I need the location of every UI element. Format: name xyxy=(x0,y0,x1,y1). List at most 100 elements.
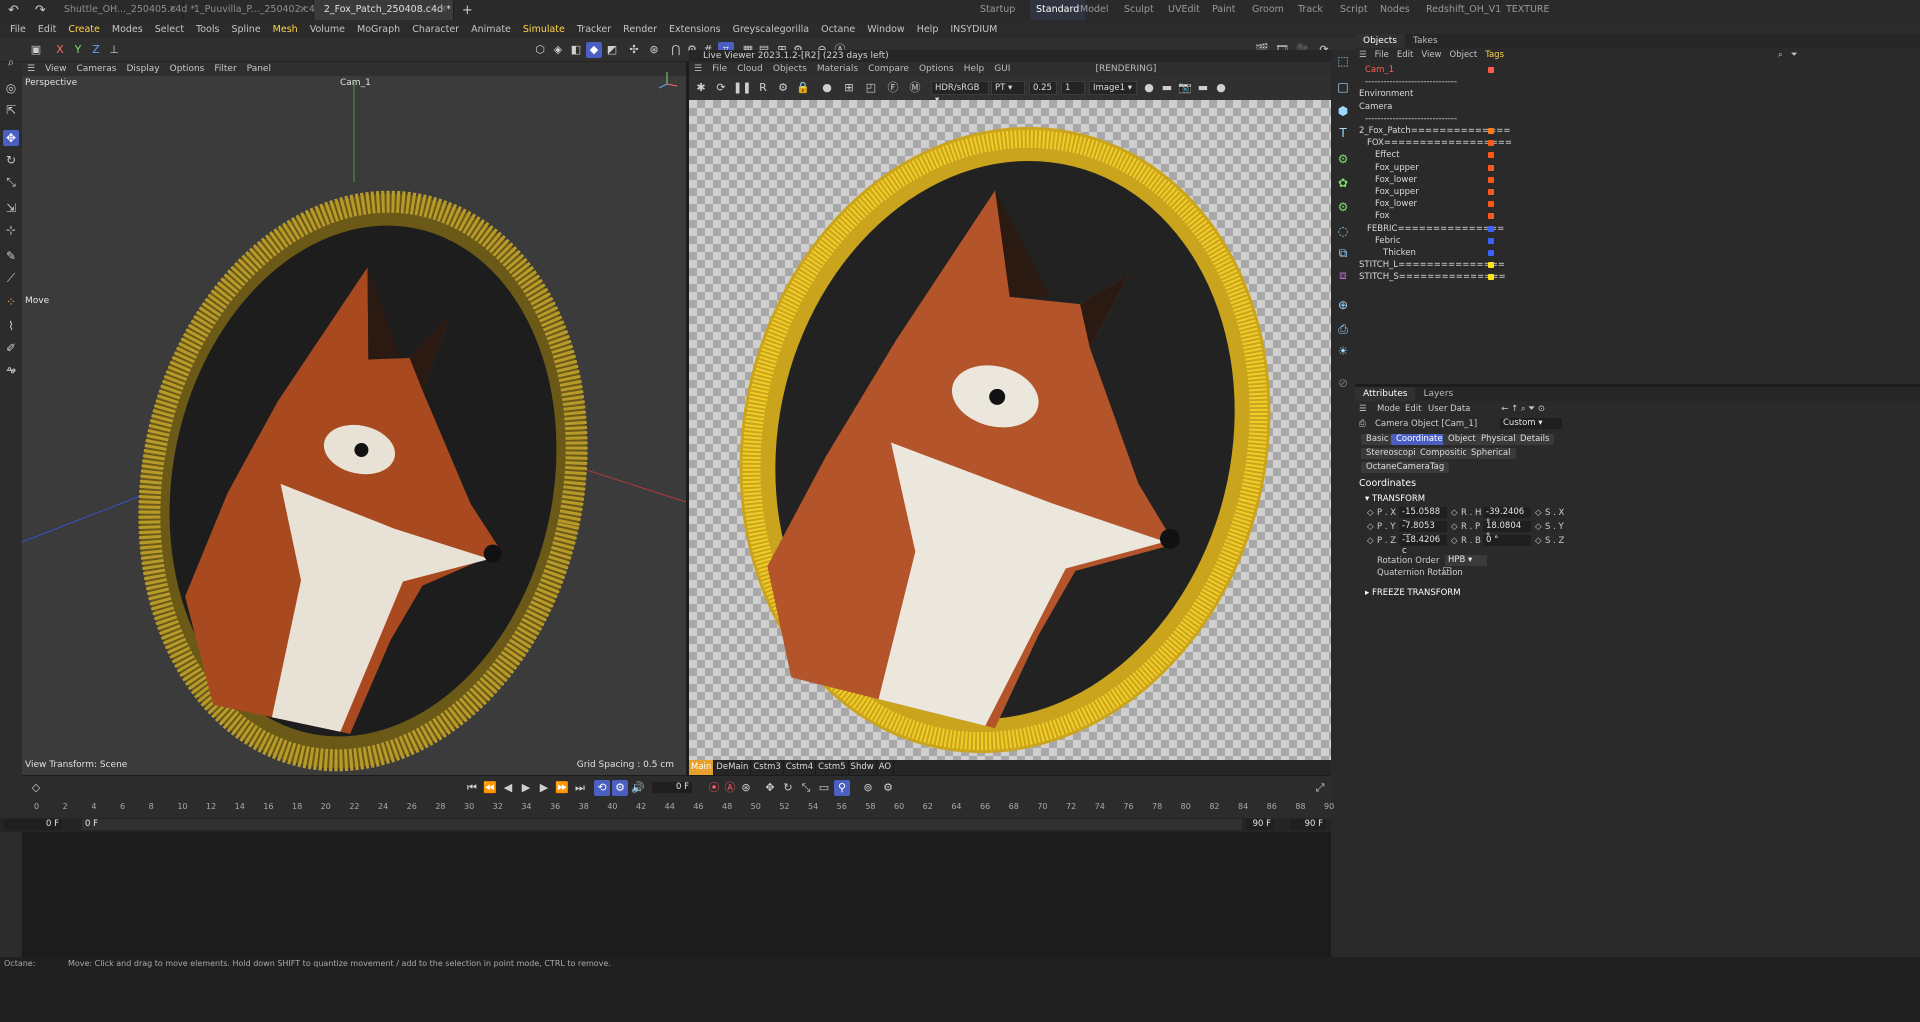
frame-input[interactable]: 1 xyxy=(1061,81,1085,95)
menu-simulate[interactable]: Simulate xyxy=(517,24,571,35)
render-pass-tab[interactable]: Cstm3 xyxy=(751,760,784,775)
mode-icon[interactable]: ▣ xyxy=(28,42,44,58)
go-start-icon[interactable]: ⏮ xyxy=(464,780,480,796)
render-pass-tab[interactable]: AO xyxy=(877,760,895,775)
material-pick-icon[interactable]: Ⓜ xyxy=(907,80,923,96)
layer-color-swatch[interactable] xyxy=(1488,140,1494,147)
navigation-arrows-icon[interactable]: ← ↑ ⌕ ⏷ ⊙ xyxy=(1465,404,1545,414)
timeline-settings-icon[interactable]: ⚙ xyxy=(880,780,896,796)
prev-key-icon[interactable]: ⏪ xyxy=(482,780,498,796)
save-image-icon[interactable]: ▬ xyxy=(1195,80,1211,96)
focus-pick-icon[interactable]: ◰ xyxy=(863,80,879,96)
subtab-spherical[interactable]: Spherical xyxy=(1466,448,1516,459)
image-select[interactable]: Image1 ▾ xyxy=(1089,81,1137,95)
preset-select[interactable]: Custom ▾ xyxy=(1500,418,1562,429)
square-icon[interactable]: □ xyxy=(1334,78,1352,96)
render-pass-tab[interactable]: Main xyxy=(689,760,715,775)
region-render-icon[interactable]: R xyxy=(755,80,771,96)
layer-color-swatch[interactable] xyxy=(1488,128,1494,134)
model-mode-icon[interactable]: ⬡ xyxy=(532,42,548,58)
render-options-icon[interactable]: ● xyxy=(1213,80,1229,96)
object-tree-item[interactable]: Effect xyxy=(1355,149,1565,161)
layer-color-swatch[interactable] xyxy=(1488,262,1494,269)
layer-color-swatch[interactable] xyxy=(1488,164,1494,171)
menu-spline[interactable]: Spline xyxy=(225,24,266,35)
close-icon[interactable]: ✕ xyxy=(299,0,307,20)
lv-menu-options[interactable]: Options xyxy=(914,64,959,74)
z-axis-toggle[interactable]: Z xyxy=(88,42,104,58)
environment-icon[interactable]: ⊕ xyxy=(1334,296,1352,314)
keyframe-icon[interactable]: ◇ xyxy=(1367,508,1374,518)
hamburger-icon[interactable]: ☰ xyxy=(689,64,707,74)
obj-menu-view[interactable]: View xyxy=(1417,50,1445,60)
subtab-octane-camera-tag[interactable]: OctaneCameraTag xyxy=(1361,462,1450,473)
layout-model[interactable]: Model xyxy=(1080,0,1109,20)
zoom-icon[interactable]: ⌕ xyxy=(3,54,19,70)
keyframe-icon[interactable]: ◇ xyxy=(1367,522,1374,532)
layout-redshift-oh-v1[interactable]: Redshift_OH_V1 xyxy=(1426,0,1501,20)
undo-icon[interactable]: ↶ xyxy=(0,3,27,18)
colorspace-select[interactable]: HDR/sRGB ▾ xyxy=(931,81,989,105)
object-tree-item[interactable]: Camera xyxy=(1355,101,1565,113)
range-slider[interactable]: 0 F xyxy=(82,819,1242,830)
prev-frame-icon[interactable]: ◀ xyxy=(500,780,516,796)
playback-rate-icon[interactable]: ⚙ xyxy=(612,780,628,796)
send-scene-icon[interactable]: ✱ xyxy=(693,80,709,96)
layer-color-swatch[interactable] xyxy=(1488,274,1494,281)
compare-icon[interactable]: ▬ xyxy=(1159,80,1175,96)
deformer-icon[interactable]: ⚙ xyxy=(1334,198,1352,216)
rot-b-field[interactable]: 0 ° xyxy=(1483,535,1531,546)
effector-icon[interactable]: ⧈ xyxy=(1334,266,1352,284)
tab-takes[interactable]: Takes xyxy=(1405,34,1446,48)
lv-menu-objects[interactable]: Objects xyxy=(768,64,812,74)
brush-icon[interactable]: ⌇ xyxy=(3,318,19,334)
filter-icon[interactable]: ⏷ xyxy=(1787,50,1802,60)
menu-tracker[interactable]: Tracker xyxy=(571,24,617,35)
object-tree-item[interactable]: FEBRIC=============== xyxy=(1355,223,1565,235)
layer-color-swatch[interactable] xyxy=(1488,67,1494,73)
key-selection-icon[interactable]: ⊛ xyxy=(738,780,754,796)
object-tree-item[interactable]: ------------------------------ xyxy=(1355,113,1565,125)
play-icon[interactable]: ▶ xyxy=(518,780,534,796)
loop-icon[interactable]: ⟲ xyxy=(594,780,610,796)
attr-menu-edit[interactable]: Edit xyxy=(1405,404,1421,414)
key-rotation-icon[interactable]: ↻ xyxy=(780,780,796,796)
tab-layers[interactable]: Layers xyxy=(1415,387,1461,401)
x-axis-toggle[interactable]: X xyxy=(52,42,68,58)
add-tab-icon[interactable]: + xyxy=(454,3,481,18)
transform-tool-icon[interactable]: ⇲ xyxy=(3,200,19,216)
subtab-basic[interactable]: Basic xyxy=(1361,434,1394,445)
spline-icon[interactable]: ∿ xyxy=(3,362,19,378)
menu-file[interactable]: File xyxy=(4,24,32,35)
fcurve-icon[interactable]: ⤢ xyxy=(1312,780,1328,796)
uv-mode-icon[interactable]: ◩ xyxy=(604,42,620,58)
object-tree-item[interactable]: Fox_upper xyxy=(1355,162,1565,174)
tweak-icon[interactable]: ⊛ xyxy=(646,42,662,58)
settings-icon[interactable]: ⚙ xyxy=(775,80,791,96)
tab-attributes[interactable]: Attributes xyxy=(1355,387,1416,401)
next-key-icon[interactable]: ⏩ xyxy=(554,780,570,796)
close-icon[interactable]: ✕ xyxy=(169,0,177,20)
layer-color-swatch[interactable] xyxy=(1488,250,1494,256)
keyframe-icon[interactable]: ◇ xyxy=(1367,536,1374,546)
cube-icon[interactable]: ⬚ xyxy=(1334,52,1352,70)
pos-x-field[interactable]: -15.0588 c xyxy=(1399,507,1447,528)
object-tree-item[interactable]: Environment xyxy=(1355,88,1565,100)
move-tool-icon[interactable]: ✥ xyxy=(3,130,19,146)
rot-h-field[interactable]: -39.2406 ° xyxy=(1483,507,1531,528)
object-tree-item[interactable]: STITCH_L=============== xyxy=(1355,259,1565,271)
menu-tools[interactable]: Tools xyxy=(190,24,225,35)
clay-mode-icon[interactable]: ● xyxy=(819,80,835,96)
hamburger-icon[interactable]: ☰ xyxy=(1355,50,1371,60)
obj-menu-tags[interactable]: Tags xyxy=(1481,50,1508,60)
record-icon[interactable]: ⦿ xyxy=(706,780,722,796)
generator-icon[interactable]: ⚙ xyxy=(1334,150,1352,168)
object-tree-item[interactable]: 2_Fox_Patch============== xyxy=(1355,125,1565,137)
lv-menu-materials[interactable]: Materials xyxy=(812,64,863,74)
channel-icon[interactable]: ● xyxy=(1141,80,1157,96)
layer-color-swatch[interactable] xyxy=(1488,213,1494,220)
menu-animate[interactable]: Animate xyxy=(465,24,517,35)
lock-icon[interactable]: 🔒 xyxy=(795,80,811,96)
menu-octane[interactable]: Octane xyxy=(815,24,861,35)
field-icon[interactable]: ◌ xyxy=(1334,222,1352,240)
